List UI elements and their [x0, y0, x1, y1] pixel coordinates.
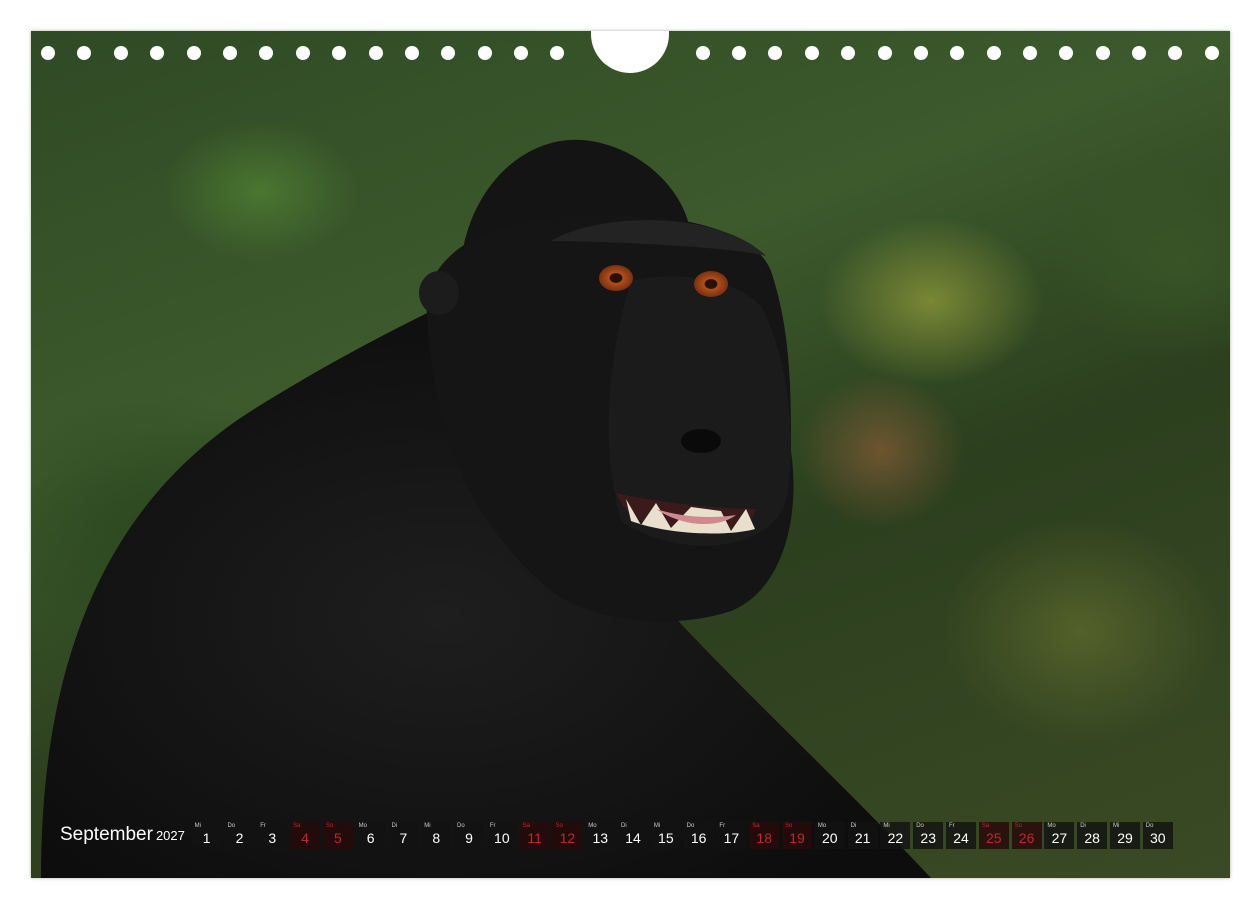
day-number: 29	[1117, 829, 1133, 846]
calendar-day: Mi 15	[650, 821, 681, 849]
calendar-day: Di 14	[618, 821, 649, 849]
day-number: 1	[202, 829, 211, 846]
calendar-day: So 5	[322, 821, 353, 849]
day-number: 9	[465, 829, 473, 846]
day-number: 2	[235, 829, 244, 846]
day-number: 5	[333, 829, 342, 846]
calendar-day: Sa 4	[290, 821, 321, 849]
calendar-day: Do 23	[913, 821, 944, 849]
calendar-strip: September 2027 Mi 1 Do 2 Fr 3 Sa 4 So 5 Mo 6 Di 7 Mi 8 Do…	[60, 820, 1173, 850]
day-number: 12	[559, 829, 576, 846]
day-number: 27	[1051, 829, 1068, 846]
weekday-label: Sa	[981, 822, 990, 829]
weekday-label: So	[555, 822, 563, 829]
day-number: 4	[301, 829, 309, 846]
macaque-photo	[41, 139, 931, 878]
month-name: September	[60, 824, 153, 845]
weekday-label: Sa	[522, 822, 530, 829]
calendar-day: Fr 17	[716, 821, 747, 849]
calendar-day: Mo 20	[814, 821, 845, 849]
weekday-label: Mi	[883, 822, 890, 829]
day-number: 28	[1084, 829, 1100, 846]
month-label: September 2027	[60, 824, 185, 846]
day-number: 30	[1149, 829, 1166, 846]
weekday-label: Fr	[719, 822, 726, 829]
weekday-label: Do	[227, 822, 236, 829]
weekday-label: So	[785, 822, 793, 829]
weekday-label: Di	[391, 822, 398, 829]
calendar-day: Di 7	[388, 821, 419, 849]
day-number: 22	[887, 829, 904, 846]
weekday-label: Mi	[194, 822, 202, 829]
calendar-day: Sa 11	[519, 821, 550, 849]
calendar-day: Di 21	[847, 821, 878, 849]
weekday-label: Do	[1145, 822, 1154, 829]
weekday-label: Mo	[588, 822, 597, 829]
weekday-label: Mi	[1112, 822, 1120, 829]
day-number: 17	[723, 829, 740, 846]
year-label: 2027	[155, 828, 185, 843]
day-number: 26	[1018, 829, 1035, 846]
day-number: 21	[854, 829, 871, 846]
calendar-day: Mi 1	[191, 821, 222, 849]
day-number: 8	[432, 829, 441, 846]
day-number: 10	[494, 829, 510, 846]
weekday-label: Mi	[653, 822, 661, 829]
weekday-label: Mo	[1047, 822, 1056, 829]
weekday-label: So	[1014, 822, 1022, 829]
weekday-label: Di	[621, 822, 627, 829]
calendar-day: Di 28	[1077, 821, 1108, 849]
day-number: 20	[822, 829, 838, 846]
calendar-day: Mo 27	[1044, 821, 1075, 849]
weekday-label: Mo	[358, 822, 367, 829]
calendar-day: Sa 25	[978, 821, 1009, 849]
day-number: 6	[366, 829, 375, 846]
calendar-day: Mi 29	[1109, 821, 1140, 849]
calendar-day: Do 30	[1142, 821, 1173, 849]
calendar-day: So 12	[552, 821, 583, 849]
day-number: 3	[268, 829, 277, 846]
weekday-label: Do	[916, 822, 924, 829]
day-number: 14	[625, 829, 641, 846]
weekday-label: Sa	[293, 822, 301, 829]
weekday-label: Di	[1080, 822, 1086, 829]
calendar-day: So 19	[782, 821, 813, 849]
weekday-label: Fr	[489, 822, 496, 829]
day-number: 13	[592, 829, 609, 846]
calendar-day: Do 2	[224, 821, 255, 849]
calendar-day: Fr 3	[257, 821, 288, 849]
day-number: 18	[756, 829, 772, 846]
day-number: 24	[953, 829, 969, 846]
day-number: 23	[920, 829, 936, 846]
calendar-day: Do 16	[683, 821, 714, 849]
weekday-label: Mo	[817, 822, 827, 829]
calendar-day: Fr 10	[486, 821, 517, 849]
calendar-page	[31, 31, 1230, 878]
day-number: 11	[527, 829, 542, 846]
calendar-day: Mi 8	[421, 821, 452, 849]
weekday-label: Fr	[260, 822, 266, 829]
calendar-day: So 26	[1011, 821, 1042, 849]
weekday-label: Fr	[949, 822, 955, 829]
calendar-day: Mi 22	[880, 821, 911, 849]
day-number: 15	[658, 829, 674, 846]
weekday-label: Di	[850, 822, 857, 829]
day-number: 7	[399, 829, 408, 846]
calendar-day: Mo 13	[585, 821, 616, 849]
calendar-day: Do 9	[454, 821, 485, 849]
calendar-day: Fr 24	[946, 821, 976, 849]
day-number: 16	[690, 829, 707, 846]
weekday-label: So	[325, 822, 334, 829]
calendar-day: Sa 18	[749, 821, 780, 849]
day-number: 25	[986, 829, 1002, 846]
weekday-label: Mi	[424, 822, 431, 829]
day-number: 19	[789, 829, 805, 846]
calendar-day: Mo 6	[355, 821, 386, 849]
weekday-label: Do	[457, 822, 465, 829]
weekday-label: Sa	[752, 822, 760, 829]
weekday-label: Do	[686, 822, 695, 829]
